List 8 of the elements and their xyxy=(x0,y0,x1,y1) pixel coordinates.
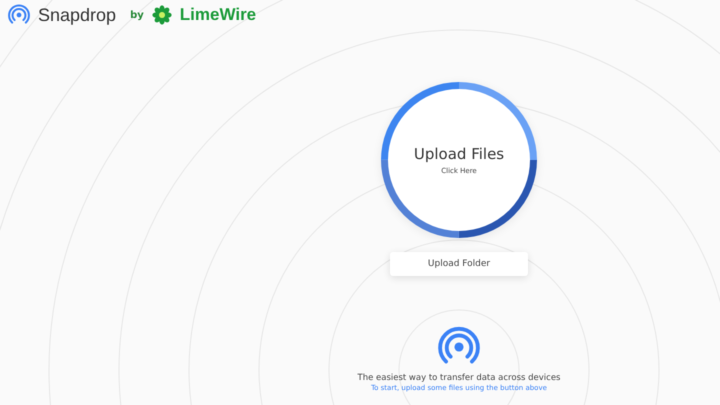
flower-logo-icon xyxy=(152,5,172,25)
snapdrop-logo-icon xyxy=(8,4,30,26)
tagline: The easiest way to transfer data across devices xyxy=(358,373,560,383)
app-name: Snapdrop xyxy=(38,4,116,26)
upload-folder-button[interactable]: Upload Folder xyxy=(390,252,528,276)
partner-name: LimeWire xyxy=(180,5,256,25)
by-label: by xyxy=(130,10,144,20)
upload-files-title: Upload Files xyxy=(414,145,504,163)
